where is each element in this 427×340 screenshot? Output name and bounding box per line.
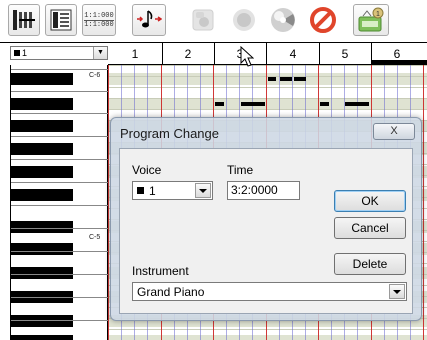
piano-key-separator <box>11 251 109 252</box>
list-view-icon <box>50 9 72 31</box>
piano-key-separator <box>11 159 109 160</box>
piano-key-separator <box>11 320 109 321</box>
measure-number: 6 <box>393 47 401 61</box>
track-color-swatch <box>14 50 20 56</box>
time-label: Time <box>227 163 254 177</box>
octave-label: C-5 <box>89 234 101 241</box>
voice-color-swatch <box>137 187 144 194</box>
piano-keyboard[interactable]: C-6 C-5 <box>10 65 109 340</box>
track-selector[interactable]: 1 ▼ <box>10 46 108 60</box>
list-view-button[interactable] <box>45 4 77 36</box>
instrument-label: Instrument <box>132 264 189 278</box>
time-field[interactable]: 3:2:0000 <box>227 181 300 200</box>
piano-key-separator <box>11 228 109 229</box>
measure-tick <box>162 43 163 65</box>
measure-number: 4 <box>289 47 297 61</box>
play-button[interactable] <box>186 4 220 36</box>
piano-key-separator <box>11 69 109 70</box>
grid-row-line <box>108 98 427 99</box>
piano-key-separator <box>11 297 109 298</box>
measure-line <box>423 65 424 340</box>
track-selector-value: 1 <box>22 48 28 58</box>
program-change-dialog: Program Change X Voice 1 Time 3:2:0000 O… <box>110 117 422 321</box>
midi-note[interactable] <box>215 102 224 106</box>
note-input-button[interactable] <box>132 4 166 36</box>
measure-line <box>108 65 109 340</box>
piano-black-key[interactable] <box>11 243 73 255</box>
instrument-button[interactable]: 1 <box>353 4 389 36</box>
piano-black-key[interactable] <box>11 120 73 132</box>
measure-tick <box>266 43 267 65</box>
svg-text:1: 1 <box>376 11 380 18</box>
piano-key-separator <box>11 182 109 183</box>
measure-ruler[interactable]: 1 2 3 4 5 6 <box>108 43 427 65</box>
instrument-select[interactable]: Grand Piano <box>132 282 407 301</box>
piano-black-key[interactable] <box>11 143 73 155</box>
close-button[interactable]: X <box>373 123 415 140</box>
instrument-icon: 1 <box>358 7 384 32</box>
chevron-down-icon[interactable] <box>389 284 405 299</box>
grid-row-line <box>108 87 427 88</box>
voice-select[interactable]: 1 <box>132 181 213 200</box>
chevron-down-icon[interactable] <box>195 183 211 198</box>
midi-note[interactable] <box>320 102 329 106</box>
instrument-select-value: Grand Piano <box>137 284 205 299</box>
voice-label: Voice <box>132 163 162 177</box>
metronome-icon <box>271 8 295 32</box>
piano-black-key[interactable] <box>11 189 73 201</box>
measure-tick <box>214 43 215 65</box>
piano-key-separator <box>11 113 109 114</box>
midi-note[interactable] <box>294 77 306 81</box>
piano-key-separator <box>11 136 109 137</box>
record-icon <box>233 9 255 31</box>
midi-note[interactable] <box>241 102 265 106</box>
piano-black-key[interactable] <box>11 221 73 233</box>
piano-black-key[interactable] <box>11 267 73 279</box>
piano-key-separator <box>11 91 109 92</box>
measure-tick <box>319 43 320 65</box>
chevron-down-icon[interactable]: ▼ <box>93 47 107 59</box>
stop-icon <box>310 7 336 33</box>
delete-button[interactable]: Delete <box>334 253 406 275</box>
dialog-body: Voice 1 Time 3:2:0000 OK Cancel Delete I… <box>119 148 413 314</box>
grid-row-line <box>108 109 427 110</box>
piano-black-key[interactable] <box>11 73 73 85</box>
stop-button[interactable] <box>306 4 340 36</box>
measure-number: 2 <box>184 47 192 61</box>
voice-select-value: 1 <box>149 183 156 198</box>
play-icon <box>192 9 214 31</box>
piano-black-key[interactable] <box>11 315 73 327</box>
note-input-icon <box>137 10 162 28</box>
piano-black-key[interactable] <box>11 335 73 340</box>
piano-black-key[interactable] <box>11 98 73 110</box>
time-top-text: 1:1:000 <box>84 11 114 20</box>
record-button[interactable] <box>227 4 261 36</box>
track-view-button[interactable] <box>8 4 40 36</box>
close-icon: X <box>390 125 398 137</box>
metronome-button[interactable] <box>266 4 300 36</box>
time-signature-button[interactable]: 1:1:000 1:1:000 <box>82 4 116 36</box>
octave-label: C-6 <box>89 72 101 79</box>
toolbar: 1:1:000 1:1:000 1 <box>0 0 427 42</box>
piano-key-separator <box>11 274 109 275</box>
midi-note[interactable] <box>345 102 369 106</box>
ok-button[interactable]: OK <box>334 190 406 212</box>
mouse-cursor-icon <box>240 46 254 67</box>
time-signature-label: 1:1:000 1:1:000 <box>84 11 114 29</box>
piano-black-key[interactable] <box>11 166 73 178</box>
track-view-icon <box>13 10 35 30</box>
grid-row-line <box>108 329 427 330</box>
measure-number: 5 <box>341 47 349 61</box>
midi-note[interactable] <box>268 77 276 81</box>
grid-row-line <box>108 65 427 66</box>
measure-number: 1 <box>131 47 139 61</box>
cancel-button[interactable]: Cancel <box>334 217 406 239</box>
time-bottom-text: 1:1:000 <box>84 19 114 29</box>
midi-note[interactable] <box>280 77 292 81</box>
dialog-title: Program Change <box>120 126 219 141</box>
piano-key-separator <box>11 205 109 206</box>
